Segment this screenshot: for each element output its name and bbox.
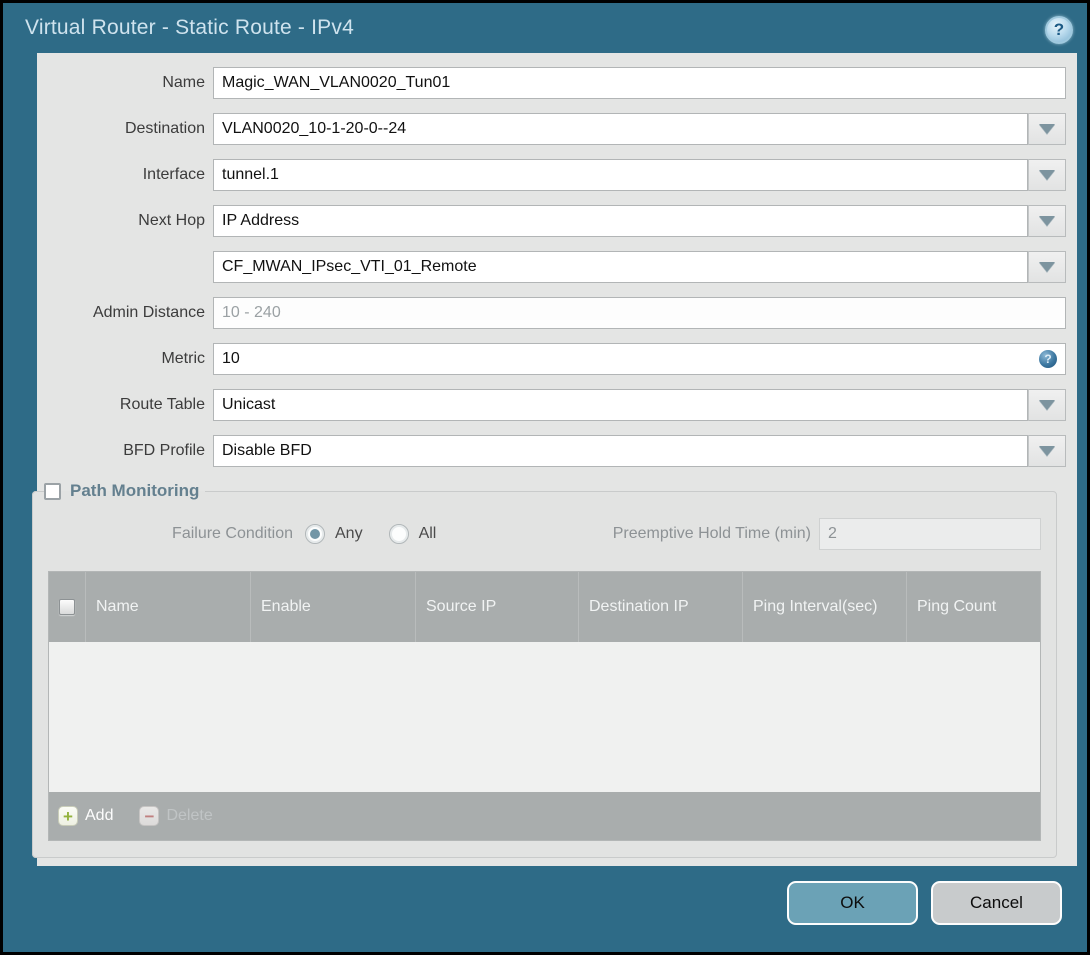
chevron-down-icon xyxy=(1039,262,1055,272)
interface-dropdown-button[interactable] xyxy=(1028,159,1066,191)
next-hop-address-row xyxy=(37,251,1066,283)
dialog-body: Name Destination Interface xyxy=(32,53,1077,866)
name-row: Name xyxy=(37,67,1066,99)
dialog-actions: OK Cancel xyxy=(787,881,1062,925)
chevron-down-icon xyxy=(1039,170,1055,180)
column-header-source-ip[interactable]: Source IP xyxy=(416,572,579,642)
radio-all[interactable] xyxy=(388,524,409,544)
next-hop-row: Next Hop xyxy=(37,205,1066,237)
failure-condition-option-any: Any xyxy=(305,524,363,544)
failure-condition-label: Failure Condition xyxy=(172,525,293,542)
add-button-label: Add xyxy=(85,807,114,824)
chevron-down-icon xyxy=(1039,216,1055,226)
next-hop-address-dropdown-button[interactable] xyxy=(1028,251,1066,283)
route-table-input[interactable] xyxy=(213,389,1028,421)
metric-help-icon[interactable]: ? xyxy=(1039,350,1057,368)
destination-label: Destination xyxy=(124,120,205,137)
dialog-window: Virtual Router - Static Route - IPv4 ? N… xyxy=(0,0,1090,955)
name-input[interactable] xyxy=(213,67,1066,99)
add-button[interactable]: + Add xyxy=(58,806,113,826)
failure-condition-option-all: All xyxy=(388,524,437,544)
destination-input[interactable] xyxy=(213,113,1028,145)
column-header-name[interactable]: Name xyxy=(86,572,251,642)
dialog-title: Virtual Router - Static Route - IPv4 xyxy=(25,16,354,39)
column-header-ping-interval[interactable]: Ping Interval(sec) xyxy=(743,572,907,642)
table-header-row: Name Enable Source IP Destination IP Pin… xyxy=(49,572,1040,642)
ok-button[interactable]: OK xyxy=(787,881,918,925)
chevron-down-icon xyxy=(1039,400,1055,410)
metric-row: Metric ? xyxy=(37,343,1066,375)
next-hop-type-input[interactable] xyxy=(213,205,1028,237)
preemptive-hold-time-input[interactable] xyxy=(819,518,1041,550)
interface-label: Interface xyxy=(142,166,205,183)
next-hop-type-dropdown-button[interactable] xyxy=(1028,205,1066,237)
bfd-profile-input[interactable] xyxy=(213,435,1028,467)
add-icon: + xyxy=(58,806,78,826)
radio-all-label: All xyxy=(418,525,437,542)
delete-button-label: Delete xyxy=(166,807,213,824)
delete-icon: − xyxy=(139,806,160,826)
admin-distance-label: Admin Distance xyxy=(92,304,205,321)
preemptive-hold-time-label: Preemptive Hold Time (min) xyxy=(612,525,811,542)
metric-label: Metric xyxy=(161,350,205,367)
path-monitoring-checkbox[interactable] xyxy=(44,482,61,500)
path-monitoring-group: Path Monitoring Failure Condition Any Al… xyxy=(32,481,1057,858)
cancel-button[interactable]: Cancel xyxy=(931,881,1062,925)
column-header-enable[interactable]: Enable xyxy=(251,572,416,642)
path-monitoring-legend: Path Monitoring xyxy=(44,481,205,501)
column-header-ping-count[interactable]: Ping Count xyxy=(907,572,1040,642)
failure-condition-row: Failure Condition Any All Preemptive Hol… xyxy=(48,517,1041,551)
destination-dropdown-button[interactable] xyxy=(1028,113,1066,145)
route-table-label: Route Table xyxy=(119,396,205,413)
route-table-dropdown-button[interactable] xyxy=(1028,389,1066,421)
admin-distance-input[interactable] xyxy=(213,297,1066,329)
next-hop-address-input[interactable] xyxy=(213,251,1028,283)
interface-input[interactable] xyxy=(213,159,1028,191)
path-monitoring-table: Name Enable Source IP Destination IP Pin… xyxy=(48,571,1041,841)
column-header-destination-ip[interactable]: Destination IP xyxy=(579,572,743,642)
radio-any[interactable] xyxy=(305,524,325,544)
help-icon[interactable]: ? xyxy=(1045,16,1073,44)
bfd-profile-dropdown-button[interactable] xyxy=(1028,435,1066,467)
titlebar: Virtual Router - Static Route - IPv4 xyxy=(3,3,1087,53)
select-all-checkbox[interactable] xyxy=(59,599,75,615)
route-table-row: Route Table xyxy=(37,389,1066,421)
table-body-empty xyxy=(49,642,1040,792)
admin-distance-row: Admin Distance xyxy=(37,297,1066,329)
delete-button[interactable]: − Delete xyxy=(139,806,213,826)
chevron-down-icon xyxy=(1039,446,1055,456)
table-toolbar: + Add − Delete xyxy=(49,792,1040,840)
next-hop-label: Next Hop xyxy=(138,212,205,229)
static-route-dialog: Virtual Router - Static Route - IPv4 ? N… xyxy=(3,3,1087,952)
select-all-cell xyxy=(49,572,86,642)
interface-row: Interface xyxy=(37,159,1066,191)
chevron-down-icon xyxy=(1039,124,1055,134)
bfd-profile-row: BFD Profile xyxy=(37,435,1066,467)
metric-input[interactable] xyxy=(213,343,1066,375)
preemptive-hold-time-group: Preemptive Hold Time (min) xyxy=(613,518,1041,550)
name-label: Name xyxy=(162,74,205,91)
destination-row: Destination xyxy=(37,113,1066,145)
bfd-profile-label: BFD Profile xyxy=(123,442,205,459)
radio-any-label: Any xyxy=(335,525,363,542)
path-monitoring-title: Path Monitoring xyxy=(70,481,200,500)
